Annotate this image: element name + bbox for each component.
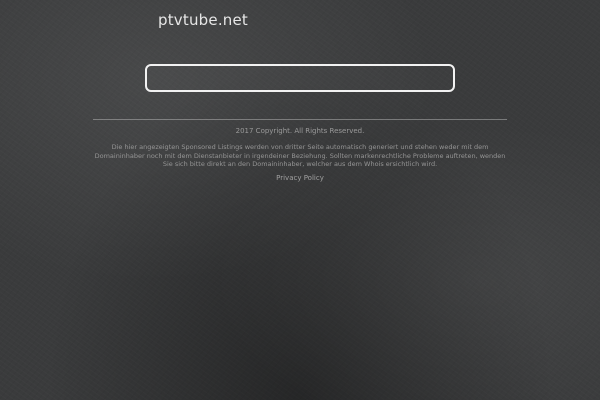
search-input[interactable] [145, 64, 455, 92]
privacy-policy-link[interactable]: Privacy Policy [93, 174, 507, 182]
footer-divider [93, 119, 507, 120]
copyright-text: 2017 Copyright. All Rights Reserved. [235, 127, 365, 135]
disclaimer-text: Die hier angezeigten Sponsored Listings … [94, 143, 506, 169]
site-title: ptvtube.net [158, 11, 249, 29]
